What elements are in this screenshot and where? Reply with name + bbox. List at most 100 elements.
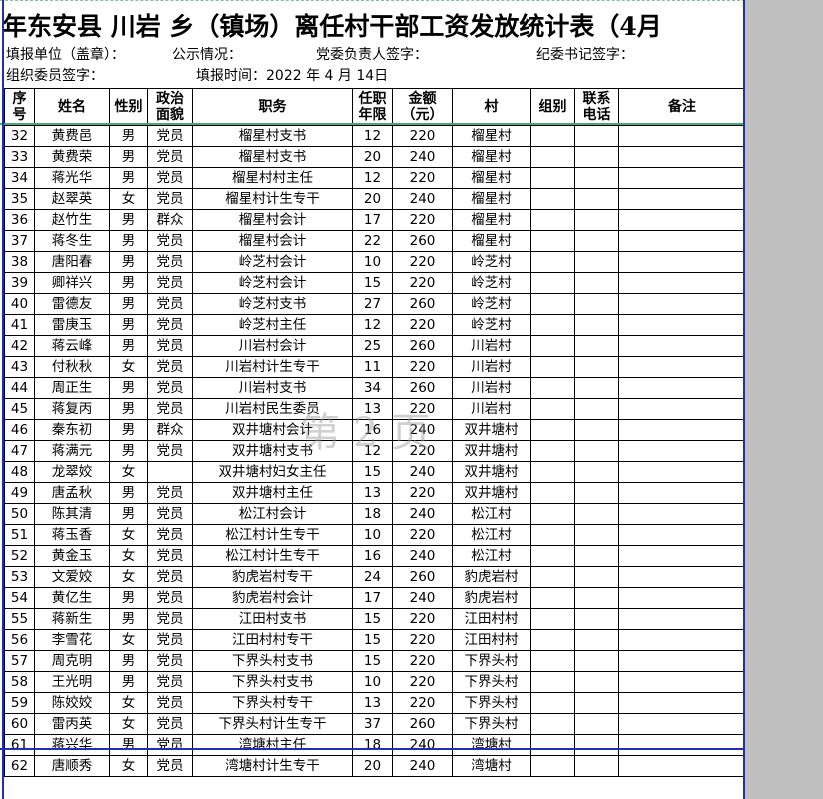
cell-seq[interactable]: 56	[4, 629, 35, 651]
cell-remark[interactable]	[618, 314, 745, 336]
cell-years[interactable]: 22	[352, 230, 393, 252]
cell-politics[interactable]: 党员	[147, 692, 193, 714]
cell-village[interactable]: 岭芝村	[452, 293, 531, 315]
cell-village[interactable]: 豹虎岩村	[452, 587, 531, 609]
cell-sex[interactable]: 女	[109, 692, 148, 714]
cell-sex[interactable]: 男	[109, 398, 148, 420]
cell-politics[interactable]: 党员	[147, 671, 193, 693]
cell-position[interactable]: 双井塘村主任	[192, 482, 353, 504]
cell-years[interactable]: 15	[352, 608, 393, 630]
cell-village[interactable]: 榴星村	[452, 209, 531, 231]
cell-remark[interactable]	[618, 230, 745, 252]
cell-group[interactable]	[530, 608, 575, 630]
cell-seq[interactable]: 52	[4, 545, 35, 567]
cell-position[interactable]: 岭芝村会计	[192, 251, 353, 273]
cell-amount[interactable]: 220	[392, 482, 453, 504]
cell-amount[interactable]: 220	[392, 671, 453, 693]
cell-group[interactable]	[530, 503, 575, 525]
cell-amount[interactable]: 260	[392, 566, 453, 588]
cell-amount[interactable]: 260	[392, 377, 453, 399]
cell-politics[interactable]: 党员	[147, 272, 193, 294]
cell-sex[interactable]: 男	[109, 587, 148, 609]
cell-politics[interactable]: 党员	[147, 377, 193, 399]
cell-seq[interactable]: 34	[4, 167, 35, 189]
cell-position[interactable]: 江田村支书	[192, 608, 353, 630]
cell-years[interactable]: 15	[352, 272, 393, 294]
cell-remark[interactable]	[618, 524, 745, 546]
cell-group[interactable]	[530, 524, 575, 546]
cell-remark[interactable]	[618, 419, 745, 441]
cell-sex[interactable]: 男	[109, 440, 148, 462]
cell-phone[interactable]	[574, 650, 619, 672]
cell-amount[interactable]: 220	[392, 650, 453, 672]
cell-sex[interactable]: 男	[109, 608, 148, 630]
cell-name[interactable]: 蒋玉香	[34, 524, 110, 546]
cell-phone[interactable]	[574, 587, 619, 609]
page-break-line[interactable]	[0, 748, 745, 750]
cell-village[interactable]: 下界头村	[452, 671, 531, 693]
cell-village[interactable]: 江田村村	[452, 629, 531, 651]
cell-position[interactable]: 榴星村村主任	[192, 167, 353, 189]
cell-position[interactable]: 江田村村专干	[192, 629, 353, 651]
cell-politics[interactable]: 党员	[147, 356, 193, 378]
cell-politics[interactable]: 党员	[147, 398, 193, 420]
cell-name[interactable]: 黄费邑	[34, 125, 110, 147]
cell-amount[interactable]: 220	[392, 209, 453, 231]
cell-name[interactable]: 唐顺秀	[34, 755, 110, 777]
cell-politics[interactable]: 党员	[147, 608, 193, 630]
cell-group[interactable]	[530, 398, 575, 420]
cell-politics[interactable]: 党员	[147, 482, 193, 504]
cell-position[interactable]: 岭芝村会计	[192, 272, 353, 294]
cell-group[interactable]	[530, 713, 575, 735]
header-name[interactable]: 姓名	[34, 88, 110, 126]
cell-years[interactable]: 34	[352, 377, 393, 399]
cell-village[interactable]: 松江村	[452, 524, 531, 546]
cell-amount[interactable]: 260	[392, 230, 453, 252]
cell-name[interactable]: 黄亿生	[34, 587, 110, 609]
cell-position[interactable]: 岭芝村支书	[192, 293, 353, 315]
cell-amount[interactable]: 240	[392, 587, 453, 609]
cell-politics[interactable]: 党员	[147, 650, 193, 672]
cell-remark[interactable]	[618, 461, 745, 483]
cell-position[interactable]: 榴星村计生专干	[192, 188, 353, 210]
cell-position[interactable]: 川岩村支书	[192, 377, 353, 399]
cell-years[interactable]: 13	[352, 692, 393, 714]
cell-politics[interactable]: 群众	[147, 209, 193, 231]
cell-position[interactable]: 下界头村支书	[192, 650, 353, 672]
cell-sex[interactable]: 女	[109, 545, 148, 567]
cell-name[interactable]: 王光明	[34, 671, 110, 693]
cell-sex[interactable]: 男	[109, 230, 148, 252]
cell-sex[interactable]: 男	[109, 209, 148, 231]
cell-remark[interactable]	[618, 293, 745, 315]
cell-village[interactable]: 双井塘村	[452, 461, 531, 483]
cell-position[interactable]: 川岩村会计	[192, 335, 353, 357]
cell-sex[interactable]: 男	[109, 251, 148, 273]
cell-sex[interactable]: 男	[109, 377, 148, 399]
cell-village[interactable]: 川岩村	[452, 335, 531, 357]
cell-name[interactable]: 卿祥兴	[34, 272, 110, 294]
cell-phone[interactable]	[574, 251, 619, 273]
cell-group[interactable]	[530, 230, 575, 252]
cell-village[interactable]: 下界头村	[452, 713, 531, 735]
cell-group[interactable]	[530, 272, 575, 294]
cell-seq[interactable]: 54	[4, 587, 35, 609]
cell-politics[interactable]: 党员	[147, 524, 193, 546]
header-phone[interactable]: 联系 电话	[574, 88, 619, 126]
cell-name[interactable]: 秦东初	[34, 419, 110, 441]
cell-name[interactable]: 雷丙英	[34, 713, 110, 735]
cell-phone[interactable]	[574, 167, 619, 189]
cell-group[interactable]	[530, 209, 575, 231]
header-group[interactable]: 组别	[530, 88, 575, 126]
cell-phone[interactable]	[574, 146, 619, 168]
cell-sex[interactable]: 女	[109, 188, 148, 210]
cell-group[interactable]	[530, 335, 575, 357]
cell-amount[interactable]: 240	[392, 461, 453, 483]
cell-phone[interactable]	[574, 335, 619, 357]
cell-remark[interactable]	[618, 209, 745, 231]
cell-sex[interactable]: 男	[109, 671, 148, 693]
cell-phone[interactable]	[574, 755, 619, 777]
cell-seq[interactable]: 50	[4, 503, 35, 525]
cell-seq[interactable]: 61	[4, 734, 35, 756]
cell-seq[interactable]: 55	[4, 608, 35, 630]
cell-position[interactable]: 川岩村计生专干	[192, 356, 353, 378]
